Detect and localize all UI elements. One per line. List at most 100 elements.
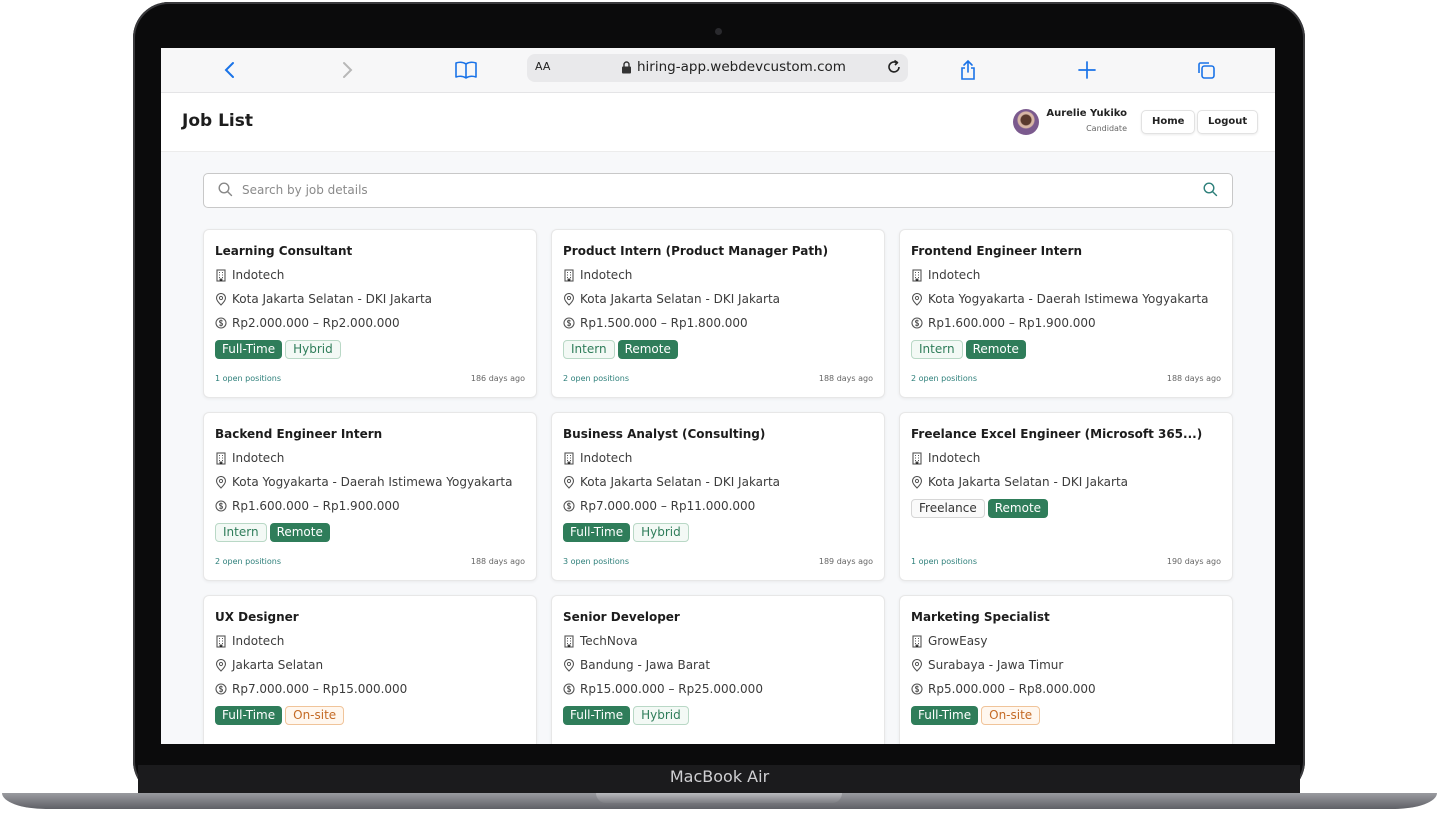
job-salary-row: Rp7.000.000 – Rp15.000.000 <box>215 682 407 696</box>
job-location-row: Kota Jakarta Selatan - DKI Jakarta <box>563 475 780 489</box>
bookmarks-button[interactable] <box>452 56 480 84</box>
dollar-icon <box>215 683 227 695</box>
building-icon <box>912 634 922 648</box>
job-company: Indotech <box>928 451 981 465</box>
device-brand-label: MacBook Air <box>669 767 770 786</box>
job-title: Senior Developer <box>563 610 680 624</box>
job-salary: Rp5.000.000 – Rp8.000.000 <box>928 682 1096 696</box>
webcam <box>715 28 722 35</box>
building-icon <box>564 634 574 648</box>
open-positions: 2 open positions <box>563 374 629 383</box>
reader-aa-button[interactable]: AA <box>535 60 550 73</box>
job-company: Indotech <box>580 268 633 282</box>
posted-age: 188 days ago <box>818 374 873 383</box>
job-location-row: Kota Jakarta Selatan - DKI Jakarta <box>911 475 1128 489</box>
job-title: Product Intern (Product Manager Path) <box>563 244 829 258</box>
job-title: Learning Consultant <box>215 244 353 258</box>
job-salary: Rp7.000.000 – Rp15.000.000 <box>232 682 408 696</box>
chevron-right-icon <box>343 62 353 78</box>
job-card[interactable]: Learning Consultant Indotech Kota Jakart… <box>203 229 537 398</box>
forward-button[interactable] <box>333 56 361 84</box>
job-company: TechNova <box>580 634 638 648</box>
job-card[interactable]: Freelance Excel Engineer (Microsoft 365.… <box>899 412 1233 581</box>
job-card[interactable]: Marketing Specialist GrowEasy Surabaya -… <box>899 595 1233 744</box>
job-tags: Intern Remote <box>215 523 330 542</box>
location-pin-icon <box>911 658 923 672</box>
job-tags: Full-Time Hybrid <box>215 340 341 359</box>
open-positions: 2 open positions <box>911 374 977 383</box>
job-title: Freelance Excel Engineer (Microsoft 365.… <box>911 427 1203 441</box>
search-placeholder: Search by job details <box>242 183 368 197</box>
lock-icon <box>622 61 631 74</box>
job-tag: On-site <box>285 706 345 725</box>
job-tags: Intern Remote <box>563 340 678 359</box>
job-location: Jakarta Selatan <box>232 658 324 672</box>
dollar-icon <box>563 500 575 512</box>
job-tag: Remote <box>987 499 1049 518</box>
job-card[interactable]: Business Analyst (Consulting) Indotech K… <box>551 412 885 581</box>
logout-button[interactable]: Logout <box>1197 110 1259 134</box>
job-card[interactable]: Senior Developer TechNova Bandung - Jawa… <box>551 595 885 744</box>
job-title: Frontend Engineer Intern <box>911 244 1083 258</box>
open-positions: 1 open positions <box>911 557 977 566</box>
job-card[interactable]: UX Designer Indotech Jakarta Selatan Rp7… <box>203 595 537 744</box>
job-company: Indotech <box>928 268 981 282</box>
job-card[interactable]: Product Intern (Product Manager Path) In… <box>551 229 885 398</box>
open-positions: 1 open positions <box>215 374 281 383</box>
location-pin-icon <box>911 475 923 489</box>
job-company: Indotech <box>232 268 285 282</box>
job-salary-row: Rp2.000.000 – Rp2.000.000 <box>215 316 400 330</box>
job-location: Bandung - Jawa Barat <box>580 658 711 672</box>
building-icon <box>564 451 574 465</box>
job-title: Business Analyst (Consulting) <box>563 427 766 441</box>
user-name: Aurelie Yukiko <box>1046 108 1127 119</box>
job-location-row: Kota Jakarta Selatan - DKI Jakarta <box>563 292 780 306</box>
job-company: Indotech <box>232 451 285 465</box>
job-tag: Remote <box>965 340 1026 359</box>
open-positions: 2 open positions <box>215 557 281 566</box>
user-role: Candidate <box>1086 124 1127 133</box>
tabs-icon <box>1198 62 1215 79</box>
share-button[interactable] <box>954 56 982 84</box>
location-pin-icon <box>215 658 227 672</box>
search-icon <box>218 182 233 197</box>
job-company-row: Indotech <box>215 451 284 465</box>
laptop-notch <box>596 793 842 803</box>
dollar-icon <box>563 683 575 695</box>
posted-age: 188 days ago <box>470 557 525 566</box>
back-button[interactable] <box>216 56 244 84</box>
job-tag: Intern <box>563 340 615 359</box>
page-title: Job List <box>182 111 253 131</box>
job-location: Kota Jakarta Selatan - DKI Jakarta <box>928 475 1129 489</box>
search-input[interactable]: Search by job details <box>203 173 1233 208</box>
tabs-overview-button[interactable] <box>1192 56 1220 84</box>
plus-icon <box>1078 61 1096 79</box>
job-location: Kota Yogyakarta - Daerah Istimewa Yogyak… <box>232 475 513 489</box>
reload-icon[interactable] <box>885 58 903 76</box>
location-pin-icon <box>215 475 227 489</box>
job-company-row: TechNova <box>563 634 638 648</box>
job-salary: Rp1.500.000 – Rp1.800.000 <box>580 316 748 330</box>
job-company-row: Indotech <box>911 451 980 465</box>
job-tag: Intern <box>911 340 963 359</box>
job-tag: Freelance <box>911 499 985 518</box>
building-icon <box>912 268 922 282</box>
building-icon <box>912 451 922 465</box>
job-location: Kota Jakarta Selatan - DKI Jakarta <box>232 292 433 306</box>
job-tags: Full-Time Hybrid <box>563 523 689 542</box>
job-company-row: Indotech <box>215 268 284 282</box>
job-tag: Full-Time <box>563 523 631 542</box>
home-button[interactable]: Home <box>1141 110 1196 134</box>
job-tags: Full-Time On-site <box>215 706 345 725</box>
job-tag: Remote <box>269 523 330 542</box>
share-icon <box>961 59 975 80</box>
job-tag: Full-Time <box>215 706 283 725</box>
job-title: UX Designer <box>215 610 299 624</box>
address-bar[interactable]: AA hiring-app.webdevcustom.com <box>527 54 908 82</box>
job-tags: Intern Remote <box>911 340 1026 359</box>
job-tag: Intern <box>215 523 267 542</box>
job-card[interactable]: Backend Engineer Intern Indotech Kota Yo… <box>203 412 537 581</box>
job-card[interactable]: Frontend Engineer Intern Indotech Kota Y… <box>899 229 1233 398</box>
search-submit-icon[interactable] <box>1203 182 1218 197</box>
new-tab-button[interactable] <box>1073 56 1101 84</box>
